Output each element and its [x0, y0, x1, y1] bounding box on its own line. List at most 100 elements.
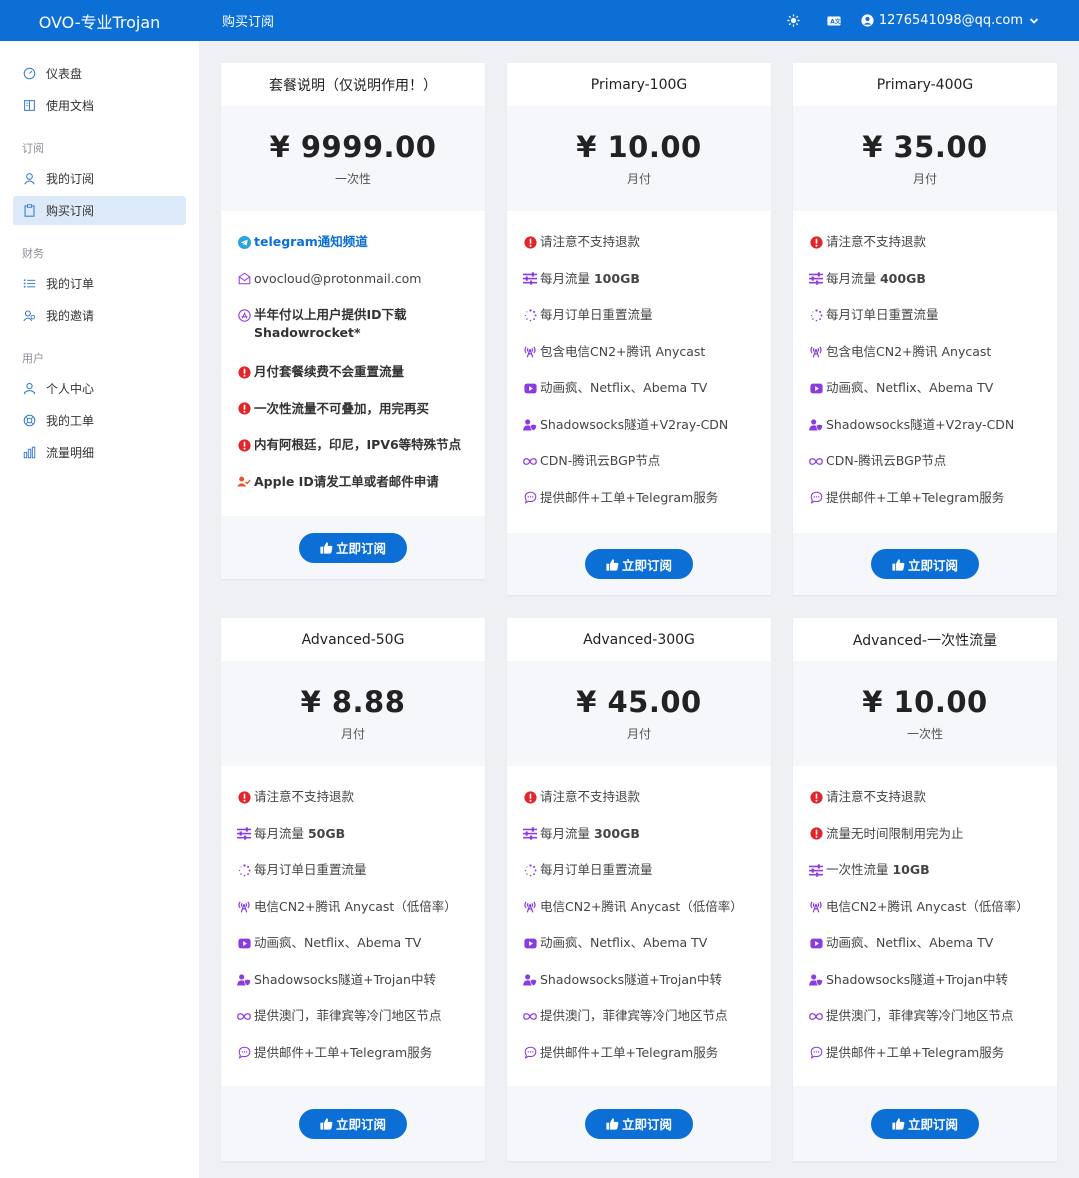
- subscribe-button[interactable]: 立即订阅: [871, 549, 979, 579]
- sidebar-item-label: 我的邀请: [46, 309, 95, 323]
- feature-list: 请注意不支持退款 每月流量 50GB 每月订单日重置流量 电信CN2+腾讯 Anyca…: [221, 766, 485, 1090]
- feature-item: Shadowsocks隧道+V2ray-CDN: [809, 416, 1041, 453]
- plan-price: ¥ 10.00: [862, 685, 988, 719]
- user-shield-icon: [523, 418, 537, 432]
- plan-period: 月付: [626, 172, 651, 186]
- sliders-icon: [809, 272, 823, 286]
- theme-toggle-icon[interactable]: [787, 14, 801, 28]
- sidebar-item[interactable]: 我的订阅: [13, 164, 186, 193]
- feature-text: 每月订单日重置流量: [826, 307, 939, 322]
- feature-value: 10GB: [892, 862, 930, 877]
- mail-icon: [237, 272, 251, 286]
- feature-text: 包含电信CN2+腾讯 Anycast: [826, 343, 992, 359]
- feature-item: 电信CN2+腾讯 Anycast（低倍率）: [237, 898, 469, 935]
- card-footer: 立即订阅: [507, 533, 771, 595]
- alert-icon: [809, 827, 823, 841]
- feature-item: Shadowsocks隧道+Trojan中转: [237, 971, 469, 1008]
- feature-text: 每月订单日重置流量: [540, 307, 653, 322]
- feature-text: 提供邮件+工单+Telegram服务: [254, 1044, 433, 1060]
- sidebar-item-label: 我的订阅: [46, 172, 95, 186]
- feature-text: 请注意不支持退款: [826, 789, 927, 804]
- feature-text: 半年付以上用户提供ID下载Shadowrocket*: [254, 307, 407, 340]
- antenna-icon: [809, 900, 823, 914]
- chevron-down-icon: [1029, 17, 1039, 24]
- alert-icon: [237, 365, 251, 379]
- play-icon: [523, 936, 537, 950]
- language-icon[interactable]: A文: [827, 14, 841, 28]
- feature-text: Shadowsocks隧道+Trojan中转: [540, 971, 722, 987]
- feature-text: 每月流量 400GB: [826, 270, 926, 286]
- sidebar-item[interactable]: 我的订单: [13, 269, 186, 298]
- sidebar-item-label: 我的工单: [46, 414, 95, 428]
- feature-text: 每月订单日重置流量: [540, 862, 653, 877]
- feature-item: 动画疯、Netflix、Abema TV: [237, 934, 469, 971]
- feature-text: 请注意不支持退款: [826, 234, 927, 249]
- sidebar-item[interactable]: 购买订阅: [13, 196, 186, 225]
- sidebar-item[interactable]: 个人中心: [13, 374, 186, 403]
- feature-text: 电信CN2+腾讯 Anycast（低倍率）: [540, 898, 743, 914]
- infinity-icon: [809, 454, 823, 468]
- spinner-icon: [809, 308, 823, 322]
- feature-text: 请注意不支持退款: [540, 234, 641, 249]
- sidebar-item[interactable]: 仪表盘: [13, 59, 186, 88]
- sidebar-item[interactable]: 我的工单: [13, 406, 186, 435]
- play-icon: [523, 381, 537, 395]
- person-icon: [23, 382, 46, 395]
- feature-item: 每月订单日重置流量: [237, 861, 469, 898]
- user-shield-icon: [523, 973, 537, 987]
- subscribe-button[interactable]: 立即订阅: [299, 1108, 407, 1139]
- feature-text: 每月流量 300GB: [540, 825, 640, 841]
- card-footer: 立即订阅: [793, 1086, 1057, 1161]
- card-footer: 立即订阅: [221, 1086, 485, 1161]
- list-icon: [23, 277, 46, 290]
- subscribe-button-label: 立即订阅: [907, 1117, 958, 1132]
- sidebar-item[interactable]: 我的邀请: [13, 301, 186, 330]
- user-email: 1276541098@qq.com: [878, 13, 1023, 28]
- feature-text: Shadowsocks隧道+Trojan中转: [254, 971, 436, 987]
- feature-item: 提供邮件+工单+Telegram服务: [523, 1044, 755, 1081]
- brand-logo[interactable]: OVO-专业Trojan: [0, 0, 199, 41]
- feature-item: 动画疯、Netflix、Abema TV: [809, 379, 1041, 416]
- feature-text: 动画疯、Netflix、Abema TV: [540, 380, 708, 395]
- sidebar-item-label: 使用文档: [46, 99, 95, 113]
- chat-icon: [523, 1046, 537, 1060]
- plan-card: Advanced-50G ¥ 8.88 月付 请注意不支持退款 每月流量 50GB…: [221, 618, 485, 1161]
- feature-item[interactable]: telegram通知频道: [237, 233, 469, 270]
- plan-card: Advanced-300G ¥ 45.00 月付 请注意不支持退款 每月流量 30…: [507, 618, 771, 1161]
- chat-icon: [523, 491, 537, 505]
- support-icon: [23, 414, 46, 427]
- sidebar-item[interactable]: 流量明细: [13, 438, 186, 467]
- feature-text: 动画疯、Netflix、Abema TV: [826, 935, 994, 950]
- feature-item: 包含电信CN2+腾讯 Anycast: [523, 343, 755, 380]
- subscribe-button[interactable]: 立即订阅: [299, 532, 407, 563]
- subscribe-button[interactable]: 立即订阅: [871, 1108, 979, 1139]
- user-menu[interactable]: 1276541098@qq.com: [861, 13, 1044, 28]
- feature-text: 请注意不支持退款: [540, 789, 641, 804]
- page-title: 购买订阅: [222, 15, 275, 30]
- feature-item: 提供澳门，菲律宾等冷门地区节点: [523, 1007, 755, 1044]
- feature-item: 月付套餐续费不会重置流量: [237, 363, 469, 400]
- sidebar-group-title: 订阅: [22, 142, 44, 155]
- feature-item: 动画疯、Netflix、Abema TV: [523, 934, 755, 971]
- feature-text: CDN-腾讯云BGP节点: [540, 453, 661, 468]
- user-circle-icon: [861, 14, 874, 27]
- feature-value: 100GB: [593, 270, 640, 286]
- sliders-icon: [523, 827, 537, 841]
- plan-card: Primary-400G ¥ 35.00 月付 请注意不支持退款 每月流量 400…: [793, 63, 1057, 595]
- feature-item: 提供邮件+工单+Telegram服务: [237, 1044, 469, 1081]
- users-icon: [23, 309, 46, 322]
- thumbs-up-icon: [606, 1118, 619, 1130]
- subscribe-button[interactable]: 立即订阅: [585, 549, 693, 579]
- clipboard-icon: [23, 204, 46, 217]
- feature-item: 包含电信CN2+腾讯 Anycast: [809, 343, 1041, 380]
- plan-name: Advanced-一次性流量: [852, 632, 998, 649]
- subscribe-button[interactable]: 立即订阅: [585, 1108, 693, 1139]
- feature-item: 每月订单日重置流量: [523, 306, 755, 343]
- feature-text: 提供邮件+工单+Telegram服务: [826, 1044, 1005, 1060]
- alert-icon: [237, 790, 251, 804]
- feature-item: 请注意不支持退款: [523, 788, 755, 825]
- sidebar-item[interactable]: 使用文档: [13, 91, 186, 120]
- thumbs-up-icon: [892, 558, 905, 571]
- feature-text: telegram通知频道: [254, 234, 368, 249]
- feature-item: 动画疯、Netflix、Abema TV: [809, 934, 1041, 971]
